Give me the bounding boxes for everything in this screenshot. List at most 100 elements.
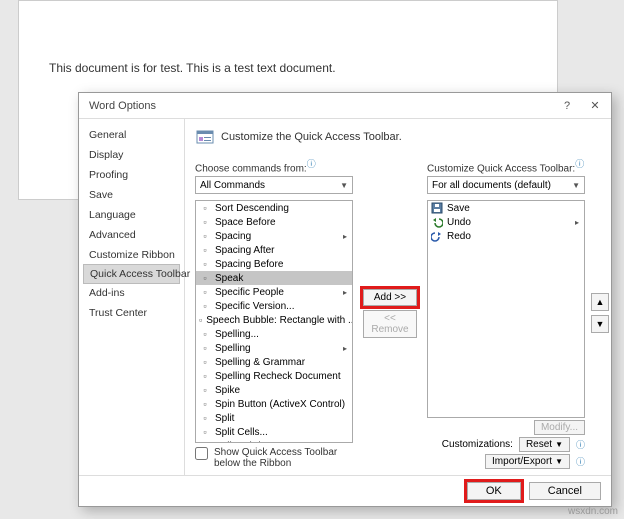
add-button[interactable]: Add >> [363, 289, 417, 306]
help-button[interactable]: ? [557, 97, 577, 115]
content-header-text: Customize the Quick Access Toolbar. [221, 131, 402, 143]
dialog-body: GeneralDisplayProofingSaveLanguageAdvanc… [79, 119, 611, 475]
qat-label: Redo [447, 231, 471, 242]
command-label: Spelling & Grammar [215, 357, 305, 368]
close-button[interactable]: ✕ [585, 97, 605, 115]
content-header: Customize the Quick Access Toolbar. [195, 127, 611, 147]
command-item[interactable]: ▫ Specific Version... [196, 299, 352, 313]
sidebar-item-language[interactable]: Language [79, 205, 184, 225]
ok-button[interactable]: OK [467, 482, 521, 500]
command-label: Spelling... [215, 329, 259, 340]
move-down-button[interactable]: ▼ [591, 315, 609, 333]
command-item[interactable]: ▫Space Before [196, 215, 352, 229]
info-icon[interactable]: ⓘ [307, 159, 316, 169]
command-icon: ▫ [199, 272, 211, 284]
command-item[interactable]: ▫ Spacing After [196, 243, 352, 257]
qat-item[interactable]: Save [428, 201, 584, 215]
customize-qat-label: Customize Quick Access Toolbar:ⓘ [427, 157, 585, 174]
command-icon: ▫ [199, 230, 211, 242]
command-icon: ▫ [199, 216, 211, 228]
command-icon: ▫ [199, 412, 211, 424]
qat-icon [195, 127, 215, 147]
command-label: Spike [215, 385, 240, 396]
command-icon: ▫ [199, 300, 211, 312]
info-icon[interactable]: ⓘ [576, 455, 585, 468]
command-label: Speak [215, 273, 243, 284]
customize-qat-combo[interactable]: For all documents (default)▼ [427, 176, 585, 194]
sidebar-item-advanced[interactable]: Advanced [79, 225, 184, 245]
command-item[interactable]: ▫Split Cells... [196, 425, 352, 439]
command-label: Spelling Recheck Document [215, 371, 341, 382]
qat-item[interactable]: Redo [428, 229, 584, 243]
sidebar-item-add-ins[interactable]: Add-ins [79, 283, 184, 303]
modify-button[interactable]: Modify... [534, 420, 585, 435]
command-label: Spelling [215, 343, 251, 354]
sidebar-item-proofing[interactable]: Proofing [79, 165, 184, 185]
command-item[interactable]: ▫Specific People▸ [196, 285, 352, 299]
sidebar-item-quick-access-toolbar[interactable]: Quick Access Toolbar [83, 264, 180, 284]
show-below-ribbon-input[interactable] [195, 447, 208, 460]
chevron-down-icon: ▼ [572, 181, 580, 190]
command-item[interactable]: ▫Spelling Recheck Document [196, 369, 352, 383]
command-item[interactable]: ▫ Speak [196, 271, 352, 285]
show-below-ribbon-checkbox[interactable]: Show Quick Access Toolbar below the Ribb… [195, 447, 353, 469]
qat-label: Undo [447, 217, 471, 228]
sidebar-item-save[interactable]: Save [79, 185, 184, 205]
command-icon: ▫ [199, 286, 211, 298]
info-icon[interactable]: ⓘ [576, 438, 585, 451]
chevron-down-icon: ▼ [555, 457, 563, 466]
dialog-footer: OK Cancel [79, 475, 611, 506]
command-label: Specific Version... [215, 301, 294, 312]
sidebar-item-trust-center[interactable]: Trust Center [79, 303, 184, 323]
expand-icon: ▸ [343, 344, 349, 353]
command-item[interactable]: ▫ Speech Bubble: Rectangle with ... [196, 313, 352, 327]
choose-commands-combo[interactable]: All Commands▼ [195, 176, 353, 194]
command-item[interactable]: ▫ Spike [196, 383, 352, 397]
command-item[interactable]: ▫ Spelling... [196, 327, 352, 341]
command-item[interactable]: ▫Split [196, 411, 352, 425]
reset-button[interactable]: Reset▼ [519, 437, 570, 452]
command-label: Speech Bubble: Rectangle with ... [206, 315, 353, 326]
titlebar: Word Options ? ✕ [79, 93, 611, 119]
command-item[interactable]: ▫Spelling & Grammar [196, 355, 352, 369]
command-icon: ▫ [199, 314, 202, 326]
command-icon: ▫ [199, 440, 211, 443]
cancel-button[interactable]: Cancel [529, 482, 601, 500]
command-icon: ▫ [199, 328, 211, 340]
sidebar-item-display[interactable]: Display [79, 145, 184, 165]
command-item[interactable]: ▫Spacing▸ [196, 229, 352, 243]
info-icon[interactable]: ⓘ [575, 159, 584, 169]
sidebar-item-customize-ribbon[interactable]: Customize Ribbon [79, 245, 184, 265]
document-text: This document is for test. This is a tes… [49, 61, 527, 75]
command-item[interactable]: ▫Spelling▸ [196, 341, 352, 355]
sidebar-item-general[interactable]: General [79, 125, 184, 145]
right-column: Customize Quick Access Toolbar:ⓘ For all… [427, 157, 585, 469]
command-item[interactable]: ▫Split Subdocument [196, 439, 352, 443]
command-icon: ▫ [199, 258, 211, 270]
chevron-down-icon: ▼ [340, 181, 348, 190]
commands-listbox[interactable]: ▫Sort Descending▫Space Before▫Spacing▸▫S… [195, 200, 353, 443]
command-label: Spacing After [215, 245, 274, 256]
command-item[interactable]: ▫ Sort Descending [196, 201, 352, 215]
qat-listbox[interactable]: SaveUndo▸ Redo [427, 200, 585, 418]
import-export-button[interactable]: Import/Export▼ [485, 454, 570, 469]
undo-icon [431, 216, 443, 228]
move-up-button[interactable]: ▲ [591, 293, 609, 311]
expand-icon: ▸ [343, 232, 349, 241]
reorder-column: ▲ ▼ [591, 157, 611, 469]
remove-button[interactable]: << Remove [363, 310, 417, 338]
command-icon: ▫ [199, 384, 211, 396]
command-icon: ▫ [199, 244, 211, 256]
customizations-label: Customizations: [442, 439, 513, 450]
qat-label: Save [447, 203, 470, 214]
command-item[interactable]: ▫Spacing Before [196, 257, 352, 271]
qat-item[interactable]: Undo▸ [428, 215, 584, 229]
command-item[interactable]: ▫Spin Button (ActiveX Control) [196, 397, 352, 411]
word-options-dialog: Word Options ? ✕ GeneralDisplayProofingS… [78, 92, 612, 507]
middle-column: Add >> << Remove [359, 157, 421, 469]
command-label: Sort Descending [215, 203, 289, 214]
left-column: Choose commands from:ⓘ All Commands▼ ▫So… [195, 157, 353, 469]
command-label: Specific People [215, 287, 284, 298]
command-icon: ▫ [199, 202, 211, 214]
command-icon: ▫ [199, 426, 211, 438]
